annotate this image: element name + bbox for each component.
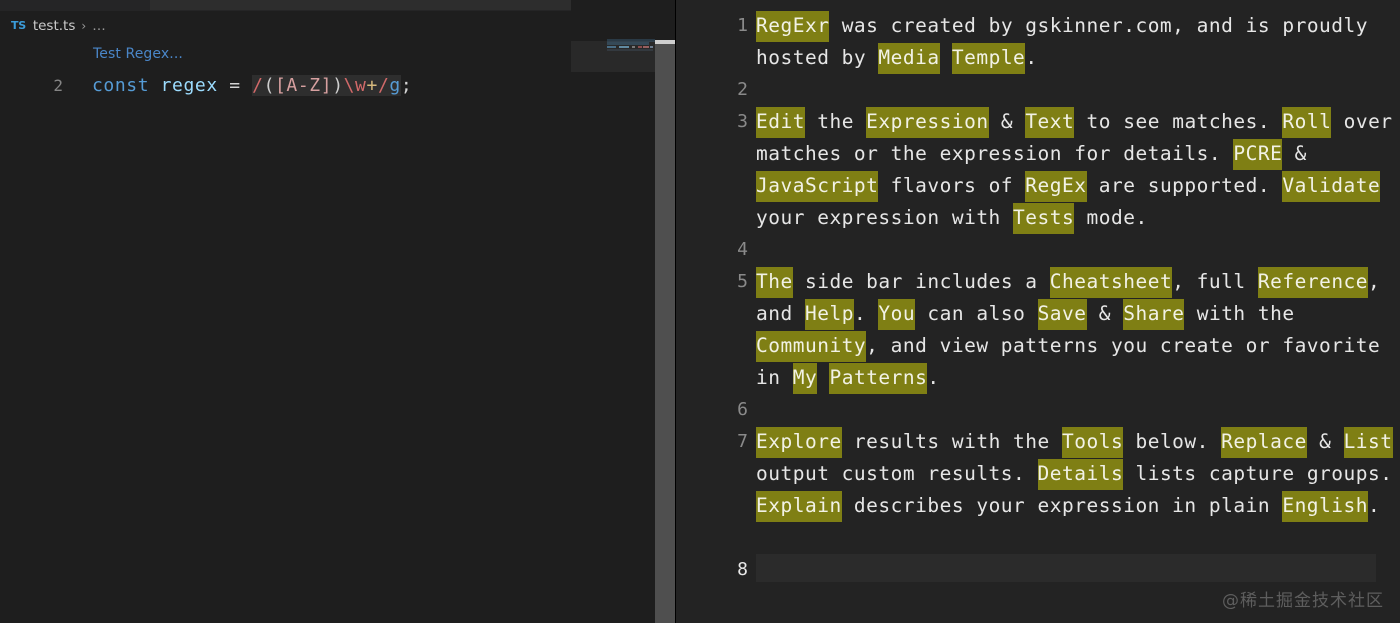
token-space <box>241 75 252 96</box>
token-variable-regex: regex <box>161 75 218 96</box>
token-regex-open-paren: ( <box>264 75 275 96</box>
text-line-7: 7 Explore results with the Tools below. … <box>676 426 1400 522</box>
text-line-1: 1 RegExr was created by gskinner.com, an… <box>676 10 1400 74</box>
token-regex-flag: g <box>389 75 400 96</box>
text-line-content[interactable]: Edit the Expression & Text to see matche… <box>756 106 1400 234</box>
codelens-test-regex[interactable]: Test Regex... <box>93 46 183 62</box>
line-number: 7 <box>676 426 756 522</box>
token-regex-quantifier: + <box>367 75 378 96</box>
minimap-slider[interactable] <box>571 41 655 72</box>
text-line-8: 8 <box>676 554 1400 586</box>
token-regex-char-class: [A-Z] <box>275 75 332 96</box>
text-line-4: 4 <box>676 234 1400 266</box>
text-line-content[interactable]: The side bar includes a Cheatsheet, full… <box>756 266 1400 394</box>
text-line-content[interactable] <box>756 234 1400 266</box>
text-line-content[interactable] <box>756 554 1400 586</box>
breadcrumb-overflow[interactable]: … <box>92 18 107 34</box>
line-number: 2 <box>0 76 63 95</box>
watermark: @稀土掘金技术社区 <box>1222 586 1384 611</box>
token-semicolon: ; <box>401 75 412 96</box>
line-number: 2 <box>676 74 756 106</box>
line-number: 8 <box>676 554 756 586</box>
text-line-content[interactable]: RegExr was created by gskinner.com, and … <box>756 10 1400 74</box>
regex-literal-selection[interactable]: /([A-Z])\w+/g <box>252 75 401 96</box>
token-space <box>218 75 229 96</box>
text-line-content[interactable]: Explore results with the Tools below. Re… <box>756 426 1400 522</box>
line-number: 1 <box>676 10 756 74</box>
breadcrumb-file-name[interactable]: test.ts <box>33 18 76 34</box>
token-regex-escape: \w <box>344 75 367 96</box>
text-line-2: 2 <box>676 74 1400 106</box>
code-line-content[interactable]: const regex = /([A-Z])\w+/g; <box>92 75 412 96</box>
chevron-right-icon: › <box>81 19 86 33</box>
token-keyword-const: const <box>92 75 149 96</box>
token-space <box>149 75 160 96</box>
text-line-3: 3 Edit the Expression & Text to see matc… <box>676 106 1400 234</box>
line-number: 4 <box>676 234 756 266</box>
token-regex-close-slash: / <box>378 75 389 96</box>
text-line-6: 6 <box>676 394 1400 426</box>
line-number: 6 <box>676 394 756 426</box>
line-number: 5 <box>676 266 756 394</box>
scrollbar-thumb[interactable] <box>655 44 676 623</box>
text-output-panel[interactable]: 1 RegExr was created by gskinner.com, an… <box>676 0 1400 623</box>
code-editor-panel: TS test.ts › … Test Regex... 2 const reg… <box>0 0 676 623</box>
token-regex-close-paren: ) <box>332 75 343 96</box>
token-operator-assign: = <box>229 75 240 96</box>
line-number: 3 <box>676 106 756 234</box>
typescript-file-icon: TS <box>11 19 26 32</box>
text-line-content[interactable] <box>756 394 1400 426</box>
minimap[interactable] <box>571 0 655 623</box>
app-window: TS test.ts › … Test Regex... 2 const reg… <box>0 0 1400 623</box>
text-line-content[interactable] <box>756 74 1400 106</box>
editor-vertical-scrollbar[interactable] <box>655 0 676 623</box>
text-line-5: 5 The side bar includes a Cheatsheet, fu… <box>676 266 1400 394</box>
token-regex-open-slash: / <box>252 75 263 96</box>
